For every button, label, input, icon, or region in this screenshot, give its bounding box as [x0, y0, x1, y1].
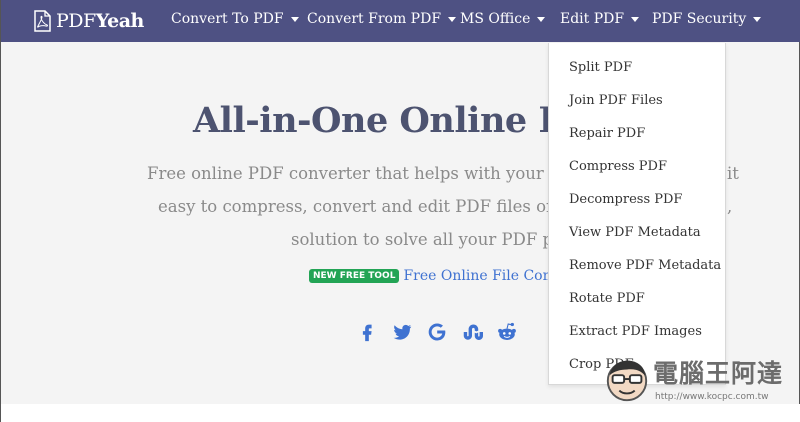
watermark-text: 電腦王阿達	[653, 359, 784, 388]
menu-item-decompress-pdf[interactable]: Decompress PDF	[569, 192, 682, 207]
facebook-icon[interactable]	[355, 320, 379, 344]
nav-label: Convert From PDF	[307, 11, 442, 27]
menu-item-view-pdf-metadata[interactable]: View PDF Metadata	[569, 225, 701, 240]
watermark-url: http://www.kocpc.com.tw	[655, 392, 769, 402]
top-navbar: PDF Yeah Convert To PDF Convert From PDF …	[1, 0, 800, 42]
hero-description-line-2-tail: ,	[727, 197, 733, 216]
caret-down-icon	[537, 16, 546, 22]
hero-description-line-3: solution to solve all your PDF prob	[291, 230, 582, 249]
menu-item-split-pdf[interactable]: Split PDF	[569, 60, 632, 75]
twitter-icon[interactable]	[390, 320, 414, 344]
stumbleupon-icon[interactable]	[460, 320, 484, 344]
caret-down-icon	[631, 16, 640, 22]
nav-label: MS Office	[460, 11, 531, 27]
nav-edit-pdf[interactable]: Edit PDF	[560, 11, 640, 27]
nav-label: PDF Security	[652, 11, 747, 27]
menu-item-remove-pdf-metadata[interactable]: Remove PDF Metadata	[569, 258, 721, 273]
google-icon[interactable]	[425, 320, 449, 344]
menu-item-repair-pdf[interactable]: Repair PDF	[569, 126, 645, 141]
menu-item-join-pdf-files[interactable]: Join PDF Files	[569, 93, 663, 108]
nav-pdf-security[interactable]: PDF Security	[652, 11, 762, 27]
pdf-file-icon	[34, 10, 51, 32]
site-watermark: 電腦王阿達 http://www.kocpc.com.tw	[601, 352, 797, 418]
social-share-bar	[355, 320, 530, 344]
brand-logo[interactable]: PDF Yeah	[33, 8, 144, 34]
hero-description-line-1-tail: it	[727, 164, 739, 183]
nav-convert-to-pdf[interactable]: Convert To PDF	[171, 11, 299, 27]
new-free-tool-badge: NEW FREE TOOL	[309, 269, 400, 283]
menu-item-extract-pdf-images[interactable]: Extract PDF Images	[569, 324, 702, 339]
menu-item-compress-pdf[interactable]: Compress PDF	[569, 159, 667, 174]
menu-item-rotate-pdf[interactable]: Rotate PDF	[569, 291, 645, 306]
caret-down-icon	[290, 16, 299, 22]
hero-description-line-1: Free online PDF converter that helps wit…	[147, 164, 596, 183]
nav-ms-office[interactable]: MS Office	[460, 11, 546, 27]
brand-text-yeah: Yeah	[95, 10, 145, 32]
new-tool-row: NEW FREE TOOL Free Online File Compre	[309, 268, 580, 284]
caret-down-icon	[753, 16, 762, 22]
nav-label: Edit PDF	[560, 11, 625, 27]
nav-label: Convert To PDF	[171, 11, 284, 27]
reddit-icon[interactable]	[495, 320, 519, 344]
hero-description-line-2: easy to compress, convert and edit PDF f…	[158, 197, 588, 216]
nav-convert-from-pdf[interactable]: Convert From PDF	[307, 11, 457, 27]
caret-down-icon	[448, 16, 457, 22]
mascot-face-icon	[606, 360, 648, 402]
edit-pdf-dropdown: Split PDF Join PDF Files Repair PDF Comp…	[548, 43, 726, 385]
brand-text-pdf: PDF	[56, 10, 96, 32]
